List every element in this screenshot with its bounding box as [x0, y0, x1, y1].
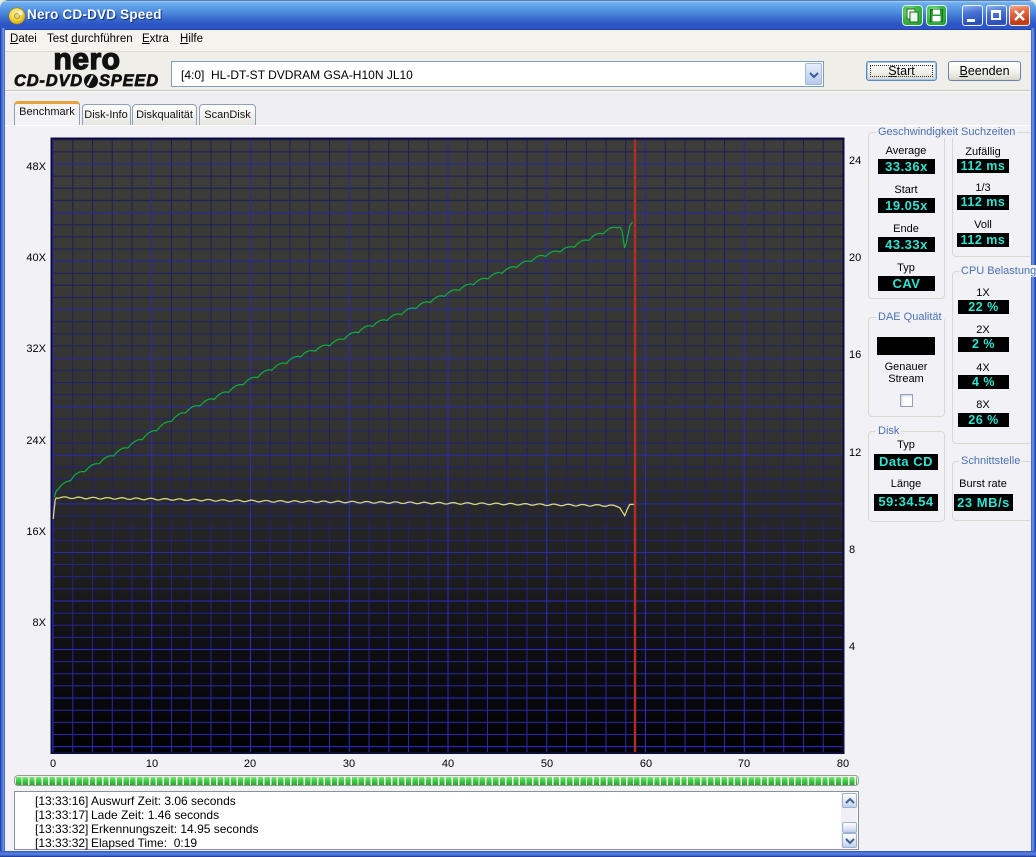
svg-text:10: 10: [146, 758, 158, 770]
svg-text:60: 60: [640, 758, 652, 770]
svg-text:48X: 48X: [26, 161, 46, 173]
svg-text:0: 0: [50, 758, 56, 770]
svg-text:16: 16: [849, 349, 861, 361]
svg-text:24X: 24X: [26, 435, 46, 447]
svg-text:20: 20: [244, 758, 256, 770]
svg-text:8X: 8X: [33, 617, 47, 629]
svg-text:24: 24: [849, 155, 861, 167]
svg-text:80: 80: [837, 758, 849, 770]
svg-text:40X: 40X: [26, 252, 46, 264]
svg-text:70: 70: [738, 758, 750, 770]
svg-text:4: 4: [849, 641, 855, 653]
svg-text:30: 30: [343, 758, 355, 770]
svg-text:50: 50: [541, 758, 553, 770]
svg-text:40: 40: [442, 758, 454, 770]
svg-text:32X: 32X: [26, 343, 46, 355]
svg-text:8: 8: [849, 544, 855, 556]
svg-text:16X: 16X: [26, 526, 46, 538]
